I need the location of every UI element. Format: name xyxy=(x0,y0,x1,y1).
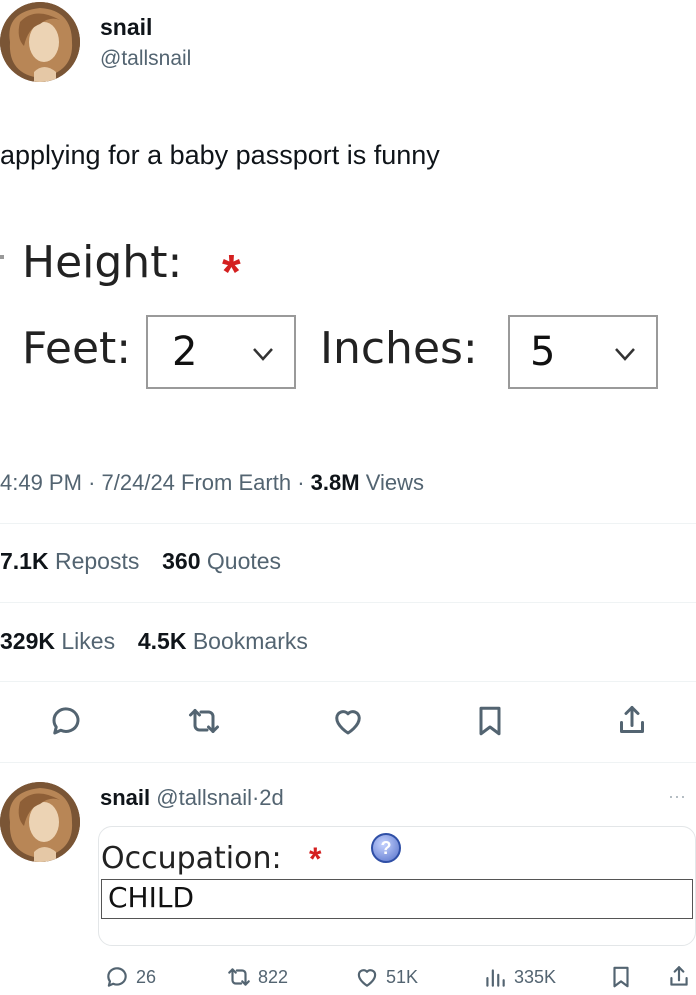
inches-select[interactable]: 5 xyxy=(508,315,658,389)
feet-value: 2 xyxy=(172,329,198,375)
bookmarks-label: Bookmarks xyxy=(192,628,308,654)
like-icon xyxy=(335,710,361,735)
quotes-count: 360 xyxy=(162,548,201,574)
reply-replies-stat[interactable]: 26 xyxy=(104,964,156,990)
feet-select[interactable]: 2 xyxy=(146,315,296,389)
reply-display-name[interactable]: snail xyxy=(100,785,150,810)
handle[interactable]: @tallsnail xyxy=(100,47,191,71)
occupation-label: Occupation: xyxy=(101,841,282,876)
chevron-down-icon xyxy=(615,348,635,361)
meta-separator: · xyxy=(88,470,102,495)
meta-separator: · xyxy=(297,470,311,495)
height-label: Height: xyxy=(22,237,183,288)
occupation-input[interactable]: CHILD xyxy=(101,879,693,919)
share-icon xyxy=(670,966,688,986)
replies-count: 26 xyxy=(136,966,157,987)
display-name[interactable]: snail xyxy=(100,14,152,41)
likes-label: Likes xyxy=(61,628,116,654)
reply-likes-stat[interactable]: 51K xyxy=(354,964,418,990)
likes-count: 51K xyxy=(386,966,419,987)
reply-button[interactable] xyxy=(48,703,84,739)
reply-icon xyxy=(52,707,80,735)
divider xyxy=(0,681,696,682)
divider xyxy=(0,762,696,763)
like-icon xyxy=(357,969,377,987)
reposts-label: Reposts xyxy=(54,548,140,574)
divider xyxy=(0,523,696,524)
likes-count: 329K xyxy=(0,628,55,654)
engagement-row-1: 7.1K Reposts 360 Quotes xyxy=(0,548,281,575)
repost-button[interactable] xyxy=(186,703,222,739)
reply-media[interactable]: Occupation: * ? CHILD xyxy=(98,826,696,946)
divider xyxy=(0,602,696,603)
reply-reposts-stat[interactable]: 822 xyxy=(226,964,288,990)
reply-bookmark-button[interactable] xyxy=(608,964,634,990)
repost-icon xyxy=(189,709,219,733)
tweet-source: From Earth xyxy=(181,470,292,495)
bookmark-button[interactable] xyxy=(472,703,508,739)
more-options-button[interactable]: ··· xyxy=(668,786,686,807)
views-icon xyxy=(486,969,505,987)
views-count: 335K xyxy=(514,966,557,987)
avatar-portrait-icon xyxy=(0,2,80,82)
tweet-time[interactable]: 4:49 PM xyxy=(0,470,82,495)
tweet-date[interactable]: 7/24/24 xyxy=(102,470,175,495)
quotes-stat[interactable]: 360 Quotes xyxy=(162,548,281,574)
repost-icon xyxy=(228,968,250,986)
reposts-stat[interactable]: 7.1K Reposts xyxy=(0,548,146,574)
tweet-meta: 4:49 PM · 7/24/24 From Earth · 3.8M View… xyxy=(0,470,424,496)
engagement-row-2: 329K Likes 4.5K Bookmarks xyxy=(0,628,308,655)
reply-header: snail @tallsnail·2d xyxy=(100,785,284,811)
reply-avatar[interactable] xyxy=(0,782,80,862)
views-label: Views xyxy=(365,470,424,495)
reply-share-button[interactable] xyxy=(666,964,692,990)
avatar-portrait-icon xyxy=(0,782,80,862)
reposts-count: 7.1K xyxy=(0,548,49,574)
chevron-down-icon xyxy=(253,348,273,361)
reply-age[interactable]: 2d xyxy=(259,785,283,810)
reply-views-stat[interactable]: 335K xyxy=(482,964,556,990)
bookmarks-count: 4.5K xyxy=(137,628,187,654)
tweet-text: applying for a baby passport is funny xyxy=(0,140,440,170)
reply-handle[interactable]: @tallsnail xyxy=(156,785,252,810)
help-icon[interactable]: ? xyxy=(371,833,401,863)
bookmarks-stat[interactable]: 4.5K Bookmarks xyxy=(138,628,308,654)
quotes-label: Quotes xyxy=(206,548,282,574)
likes-stat[interactable]: 329K Likes xyxy=(0,628,121,654)
inches-label: Inches: xyxy=(320,323,478,374)
feet-label: Feet: xyxy=(22,323,132,374)
share-button[interactable] xyxy=(614,703,650,739)
views-count: 3.8M xyxy=(310,470,360,495)
height-required-mark: * xyxy=(222,246,241,299)
share-icon xyxy=(620,706,644,733)
bullet-mark xyxy=(0,255,4,259)
occupation-required-mark: * xyxy=(309,841,322,877)
inches-value: 5 xyxy=(530,329,556,375)
bookmark-icon xyxy=(479,706,501,736)
tweet-media[interactable]: Height: * Feet: 2 Inches: 5 xyxy=(0,225,696,405)
bookmark-icon xyxy=(613,966,629,988)
reply-icon xyxy=(107,967,127,987)
like-button[interactable] xyxy=(330,703,366,739)
avatar[interactable] xyxy=(0,2,80,82)
reposts-count: 822 xyxy=(258,966,289,987)
